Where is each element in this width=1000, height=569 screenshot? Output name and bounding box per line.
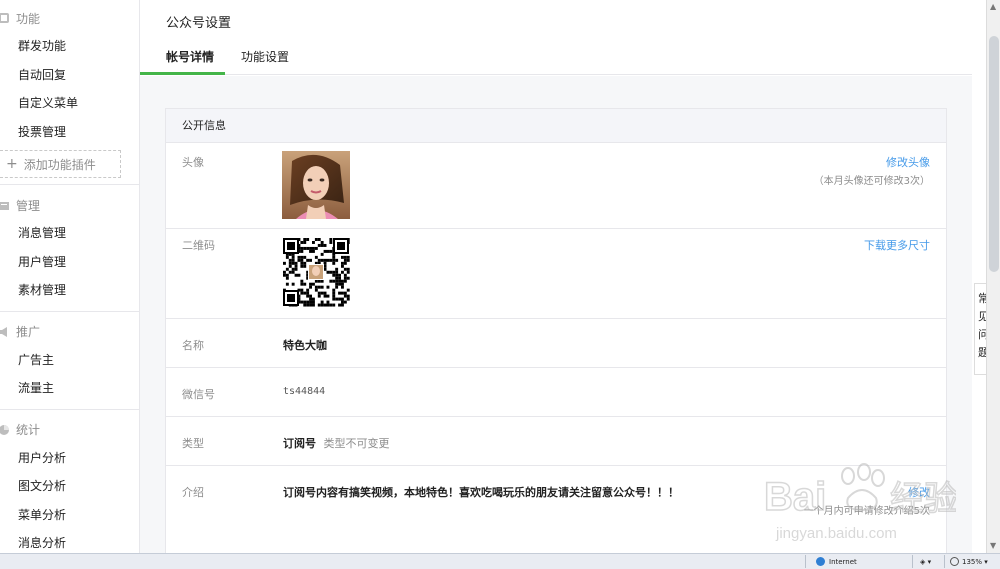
vertical-scrollbar[interactable]: ▲ ▼ [986,0,1000,553]
nav-item[interactable]: 自动回复 [0,61,139,90]
nav-item[interactable]: 消息分析 [0,529,139,553]
divider [805,555,806,568]
sidebar: 功能 群发功能 自动回复 自定义菜单 投票管理 + 添加功能插件 管理 消息管理… [0,0,140,553]
tab-account-details[interactable]: 帐号详情 [166,48,214,65]
zoom-icon [950,557,959,566]
wechat-id-value: ts44844 [283,386,326,397]
protected-mode-icon[interactable]: ◈ ▾ [920,556,931,568]
name-label: 名称 [182,339,204,352]
avatar-label: 头像 [182,156,204,169]
type-row: 类型 订阅号 类型不可变更 [166,417,946,466]
nav-item[interactable]: 群发功能 [0,32,139,61]
section-title: 统计 [16,423,41,437]
type-label: 类型 [182,437,204,450]
avatar-row: 头像 修改头像 （本月头像还可修改3次） [166,143,946,229]
panel-title: 公开信息 [166,109,946,143]
divider [912,555,913,568]
nav-item[interactable]: 消息管理 [0,219,139,248]
section-title: 功能 [16,11,41,26]
content-area: 公开信息 头像 修改头像 （本月头像还可修改3次） 二维码 下载更多尺寸 名称 … [140,76,972,568]
function-icon [0,12,10,24]
manage-icon [0,199,10,211]
name-value: 特色大咖 [283,339,327,352]
scroll-up-arrow-icon[interactable]: ▲ [990,2,998,12]
qrcode-row: 二维码 下载更多尺寸 [166,229,946,319]
divider [0,310,139,312]
active-tab-indicator [140,72,225,75]
section-title: 推广 [16,325,41,339]
nav-item[interactable]: 菜单分析 [0,501,139,530]
add-plugin-button[interactable]: + 添加功能插件 [0,150,121,178]
nav-item[interactable]: 用户管理 [0,248,139,277]
divider [0,408,139,410]
type-note: 类型不可变更 [323,437,390,450]
section-function: 功能 [0,4,139,32]
zoom-control[interactable]: 135% ▾ [950,556,988,568]
nav-item[interactable]: 用户分析 [0,444,139,473]
stats-icon [0,424,10,436]
edit-intro-link[interactable]: 修改 [908,484,930,500]
add-plugin-label: 添加功能插件 [23,157,96,172]
main-content: 公众号设置 帐号详情 功能设置 公开信息 头像 修改头像 （本月头像还可修改3次… [140,0,972,568]
zoom-level: 135% [962,558,983,566]
nav-item[interactable]: 投票管理 [0,118,139,147]
nav-item[interactable]: 流量主 [0,374,139,403]
nav-item[interactable]: 自定义菜单 [0,89,139,118]
tab-bar: 帐号详情 功能设置 [140,37,972,75]
section-promote: 推广 [0,318,139,346]
wechat-id-row: 微信号 ts44844 [166,368,946,417]
avatar [282,151,350,219]
avatar-change-note: （本月头像还可修改3次） [813,176,930,187]
public-info-panel: 公开信息 头像 修改头像 （本月头像还可修改3次） 二维码 下载更多尺寸 名称 … [165,108,947,568]
type-value: 订阅号 [283,437,316,450]
security-zone[interactable]: Internet [816,556,857,568]
nav-item[interactable]: 图文分析 [0,472,139,501]
promote-icon [0,326,10,338]
name-row: 名称 特色大咖 [166,319,946,368]
wechat-id-label: 微信号 [182,388,215,401]
scroll-down-arrow-icon[interactable]: ▼ [990,541,998,551]
section-stats: 统计 [0,416,139,444]
tab-feature-settings[interactable]: 功能设置 [241,48,289,65]
section-title: 管理 [16,198,41,213]
download-qrcode-link[interactable]: 下载更多尺寸 [864,237,930,253]
intro-value: 订阅号内容有搞笑视频，本地特色！喜欢吃喝玩乐的朋友请关注留意公众号！！！ [283,486,679,499]
page-title: 公众号设置 [166,16,232,31]
change-avatar-link[interactable]: 修改头像 [886,154,930,170]
qrcode-image [282,237,350,307]
divider [0,184,139,185]
section-manage: 管理 [0,191,139,219]
divider [944,555,945,568]
plus-icon: + [6,156,18,172]
zone-label: Internet [829,558,857,566]
nav-item[interactable]: 素材管理 [0,276,139,305]
intro-label: 介绍 [182,486,204,499]
globe-icon [816,557,825,566]
intro-change-note: 一个月内可申请修改介绍5次 [803,506,930,517]
intro-row: 介绍 订阅号内容有搞笑视频，本地特色！喜欢吃喝玩乐的朋友请关注留意公众号！！！ … [166,466,946,536]
qrcode-label: 二维码 [182,239,215,252]
browser-statusbar: Internet ◈ ▾ 135% ▾ [0,553,1000,569]
scrollbar-thumb[interactable] [989,36,999,272]
type-value-group: 订阅号 类型不可变更 [283,435,390,451]
nav-item[interactable]: 广告主 [0,346,139,375]
